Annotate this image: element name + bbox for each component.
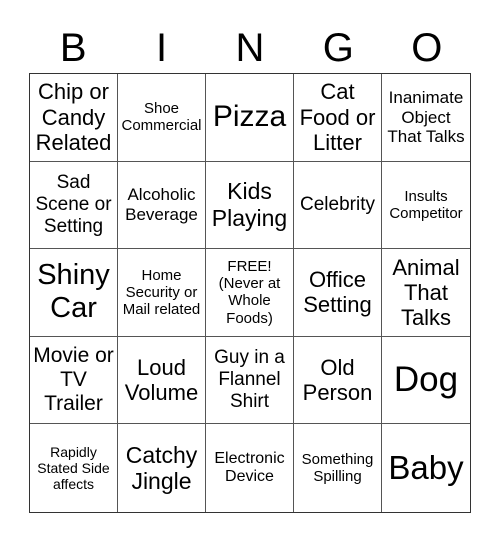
bingo-cell[interactable]: Baby — [382, 424, 470, 512]
bingo-cell[interactable]: Dog — [382, 337, 470, 425]
cell-text: Pizza — [212, 100, 287, 134]
cell-text: Alcoholic Beverage — [125, 185, 198, 224]
bingo-cell[interactable]: Something Spilling — [294, 424, 382, 512]
bingo-cell[interactable]: Cat Food or Litter — [294, 74, 382, 162]
cell-text: Catchy Jingle — [125, 441, 198, 495]
cell-text: Shoe Commercial — [121, 100, 202, 135]
bingo-cell[interactable]: Kids Playing — [206, 161, 294, 250]
header-letter-n: N — [235, 26, 265, 70]
bingo-cell[interactable]: Loud Volume — [118, 336, 206, 425]
cell-text: Insults Competitor — [389, 187, 463, 222]
cell-text: Cat Food or Litter — [299, 79, 376, 155]
cell-text: Something Spilling — [301, 450, 374, 486]
cell-text: Sad Scene or Setting — [35, 172, 112, 237]
header-letter-g: G — [322, 26, 354, 70]
bingo-cell[interactable]: Sad Scene or Setting — [30, 161, 118, 250]
cell-text: FREE! (Never at Whole Foods) — [218, 257, 281, 327]
cell-text: Shiny Car — [37, 259, 110, 325]
bingo-cell[interactable]: Celebrity — [294, 161, 382, 250]
bingo-cell[interactable]: Movie or TV Trailer — [30, 336, 118, 425]
cell-text: Animal That Talks — [392, 254, 460, 331]
bingo-cell[interactable]: Guy in a Flannel Shirt — [206, 336, 294, 425]
bingo-cell[interactable]: Pizza — [206, 74, 294, 162]
cell-text: Movie or TV Trailer — [33, 343, 114, 416]
cell-text: Inanimate Object That Talks — [387, 87, 465, 147]
bingo-cell[interactable]: Chip or Candy Related — [30, 74, 118, 162]
bingo-cell[interactable]: Home Security or Mail related — [118, 249, 206, 337]
bingo-cell[interactable]: Alcoholic Beverage — [118, 161, 206, 250]
cell-text: Office Setting — [303, 267, 372, 318]
bingo-cell[interactable]: Office Setting — [294, 249, 382, 337]
cell-text: Chip or Candy Related — [35, 79, 112, 155]
bingo-cell[interactable]: Shiny Car — [30, 249, 118, 337]
cell-text: Old Person — [302, 354, 373, 406]
cell-text: Baby — [388, 449, 464, 487]
bingo-cell[interactable]: Inanimate Object That Talks — [382, 74, 470, 162]
cell-text: Dog — [393, 359, 459, 399]
cell-text: Loud Volume — [124, 354, 199, 406]
bingo-card-grid: Chip or Candy Related Shoe Commercial Pi… — [29, 73, 471, 513]
bingo-header: B I N G O — [29, 24, 471, 72]
header-letter-i: I — [156, 26, 168, 70]
header-letter-o: O — [411, 26, 443, 70]
bingo-cell[interactable]: Old Person — [294, 336, 382, 425]
cell-text: Guy in a Flannel Shirt — [214, 347, 285, 413]
cell-text: Kids Playing — [211, 178, 288, 231]
cell-text: Celebrity — [300, 193, 375, 215]
bingo-cell[interactable]: Insults Competitor — [382, 162, 470, 250]
bingo-cell[interactable]: Catchy Jingle — [118, 424, 206, 512]
cell-text: Rapidly Stated Side affects — [37, 444, 110, 493]
bingo-cell free-space[interactable]: FREE! (Never at Whole Foods) — [206, 249, 294, 337]
header-letter-b: B — [59, 26, 87, 70]
bingo-cell[interactable]: Rapidly Stated Side affects — [30, 424, 118, 512]
bingo-cell[interactable]: Electronic Device — [206, 424, 294, 512]
cell-text: Electronic Device — [214, 449, 285, 486]
bingo-cell[interactable]: Shoe Commercial — [118, 74, 206, 162]
cell-text: Home Security or Mail related — [122, 266, 201, 319]
bingo-cell[interactable]: Animal That Talks — [382, 249, 470, 337]
